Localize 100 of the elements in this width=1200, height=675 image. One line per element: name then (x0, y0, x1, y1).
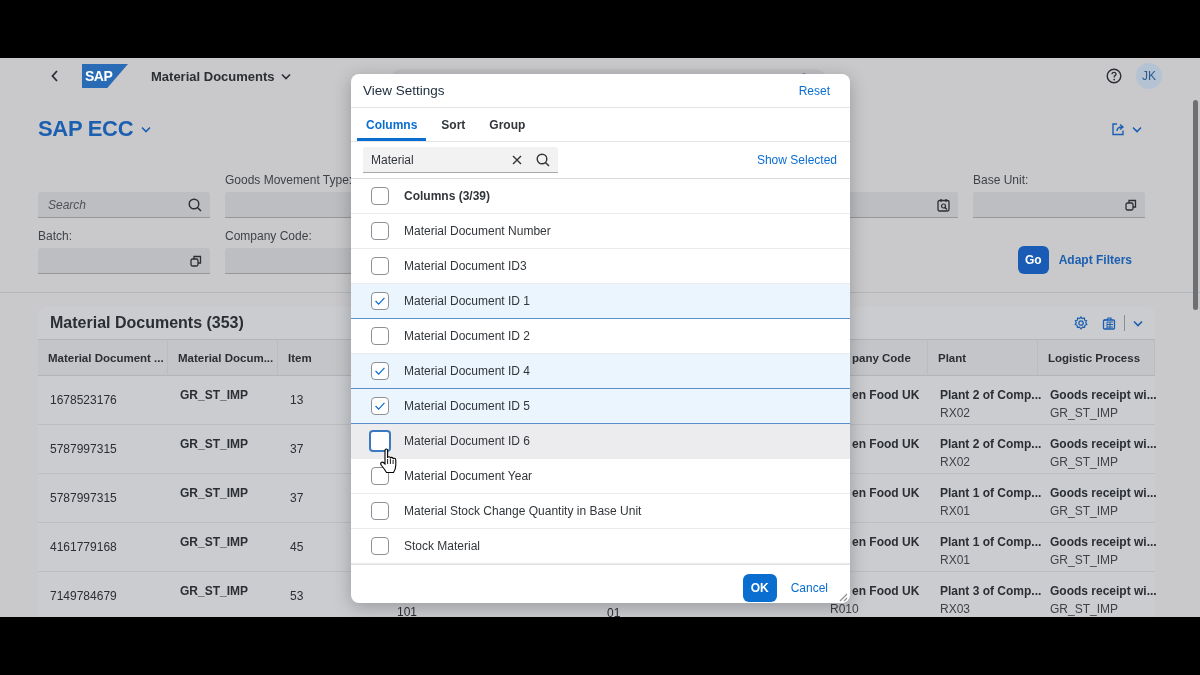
filter-label: Goods Movement Type: (225, 172, 353, 188)
table-cell: RX02 (940, 406, 971, 420)
table-cell: GR_ST_IMP (1050, 455, 1118, 469)
tab[interactable]: Sort (432, 108, 475, 141)
value-help-icon[interactable] (190, 254, 202, 267)
column-header[interactable]: Item (288, 351, 312, 364)
column-option-label: Material Document Year (404, 469, 533, 483)
chevron-down-icon[interactable] (1132, 125, 1142, 133)
table-cell: 01 (607, 606, 621, 617)
show-selected-link[interactable]: Show Selected (756, 153, 837, 167)
search-icon[interactable] (536, 152, 550, 167)
calendar-search-icon[interactable] (937, 197, 950, 212)
table-cell: 45 (290, 540, 304, 554)
column-option-row[interactable]: Material Stock Change Quantity in Base Unit (351, 494, 850, 529)
column-option-label: Material Document ID 2 (404, 329, 531, 343)
table-cell: 37 (290, 442, 304, 456)
page-title[interactable]: SAP ECC (38, 116, 152, 142)
ok-button[interactable]: OK (742, 573, 777, 602)
column-header[interactable]: Plant (938, 351, 967, 364)
table-cell: en Food UK (852, 535, 920, 549)
table-title: Material Documents (353) (50, 314, 245, 332)
filter-label: Company Code: (225, 228, 312, 244)
app-title-menu[interactable]: Material Documents (151, 68, 291, 84)
checkbox[interactable] (371, 327, 389, 345)
table-cell: 53 (290, 589, 304, 603)
table-cell: 37 (290, 491, 304, 505)
checkbox[interactable] (371, 187, 389, 205)
table-cell: en Food UK (852, 584, 920, 598)
table-cell: 1678523176 (50, 393, 117, 407)
back-icon[interactable] (51, 70, 59, 82)
select-all-label: Columns (3/39) (404, 189, 490, 203)
table-cell: RX03 (940, 602, 971, 616)
table-cell: 5787997315 (50, 442, 117, 456)
settings-icon[interactable] (1074, 316, 1088, 330)
value-help-icon[interactable] (1125, 198, 1137, 211)
logo: SAP (82, 64, 128, 88)
table-cell: Goods receipt wi... (1050, 437, 1157, 451)
search-field[interactable]: Search (38, 192, 210, 218)
tab[interactable]: Group (480, 108, 535, 141)
checkbox[interactable] (369, 430, 391, 452)
column-option-label: Material Document ID 1 (404, 294, 531, 308)
adapt-filters-link[interactable]: Adapt Filters (1058, 246, 1132, 274)
column-option-label: Material Document ID 5 (404, 399, 531, 413)
column-option-row[interactable]: Stock Material (351, 529, 850, 564)
share-icon[interactable] (1111, 122, 1125, 136)
scrollbar[interactable] (1193, 100, 1198, 310)
column-option-label: Material Document ID3 (404, 259, 527, 273)
column-option-row[interactable]: Material Document ID 1 (351, 284, 850, 319)
table-cell: 13 (290, 393, 304, 407)
checkbox[interactable] (371, 222, 389, 240)
avatar[interactable]: JK (1136, 63, 1162, 89)
checkbox[interactable] (371, 537, 389, 555)
table-cell: GR_ST_IMP (180, 535, 248, 549)
column-option-label: Material Document ID 4 (404, 364, 531, 378)
search-icon[interactable] (188, 197, 202, 212)
table-cell: en Food UK (852, 388, 920, 402)
spreadsheet-export-icon[interactable] (1102, 316, 1116, 330)
column-header[interactable]: pany Code (852, 351, 911, 364)
table-cell: GR_ST_IMP (180, 388, 248, 402)
chevron-down-icon[interactable] (1133, 319, 1143, 327)
column-option-row[interactable]: Material Document ID 5 (351, 389, 850, 424)
chevron-down-icon[interactable] (280, 72, 291, 80)
hand-cursor-icon (379, 448, 399, 474)
table-cell: 5787997315 (50, 491, 117, 505)
table-cell: Goods receipt wi... (1050, 388, 1157, 402)
resize-handle-icon[interactable] (838, 592, 848, 602)
checkbox[interactable] (371, 292, 389, 310)
clear-icon[interactable] (512, 154, 522, 165)
column-option-row[interactable]: Material Document Number (351, 214, 850, 249)
table-cell: Goods receipt wi... (1050, 584, 1157, 598)
table-cell: en Food UK (852, 486, 920, 500)
table-cell: 101 (397, 605, 418, 617)
input-field[interactable] (973, 192, 1145, 218)
table-cell: Plant 2 of Comp... (940, 437, 1042, 451)
table-cell: GR_ST_IMP (1050, 406, 1118, 420)
column-option-row[interactable]: Material Document ID 6 (351, 424, 850, 459)
table-cell: GR_ST_IMP (1050, 504, 1118, 518)
checkbox[interactable] (371, 257, 389, 275)
table-cell: Plant 1 of Comp... (940, 535, 1042, 549)
checkbox[interactable] (371, 397, 389, 415)
checkbox[interactable] (371, 502, 389, 520)
table-cell: Plant 1 of Comp... (940, 486, 1042, 500)
column-option-row[interactable]: Material Document ID 4 (351, 354, 850, 389)
table-cell: GR_ST_IMP (180, 584, 248, 598)
tab[interactable]: Columns (357, 108, 427, 141)
column-option-label: Material Document ID 6 (404, 434, 531, 448)
go-button[interactable]: Go (1018, 246, 1049, 274)
table-cell: 7149784679 (50, 589, 117, 603)
table-cell: RX01 (940, 553, 971, 567)
table-cell: 4161779168 (50, 540, 117, 554)
input-field[interactable] (38, 248, 210, 274)
cancel-button[interactable]: Cancel (790, 580, 828, 595)
search-field[interactable]: Material (363, 147, 558, 173)
table-cell: en Food UK (852, 437, 920, 451)
column-option-label: Material Document Number (404, 224, 551, 238)
reset-button[interactable]: Reset (798, 83, 830, 98)
table-cell: RX01 (940, 504, 971, 518)
checkbox[interactable] (371, 362, 389, 380)
help-icon[interactable] (1106, 68, 1122, 84)
chevron-down-icon[interactable] (141, 125, 152, 133)
